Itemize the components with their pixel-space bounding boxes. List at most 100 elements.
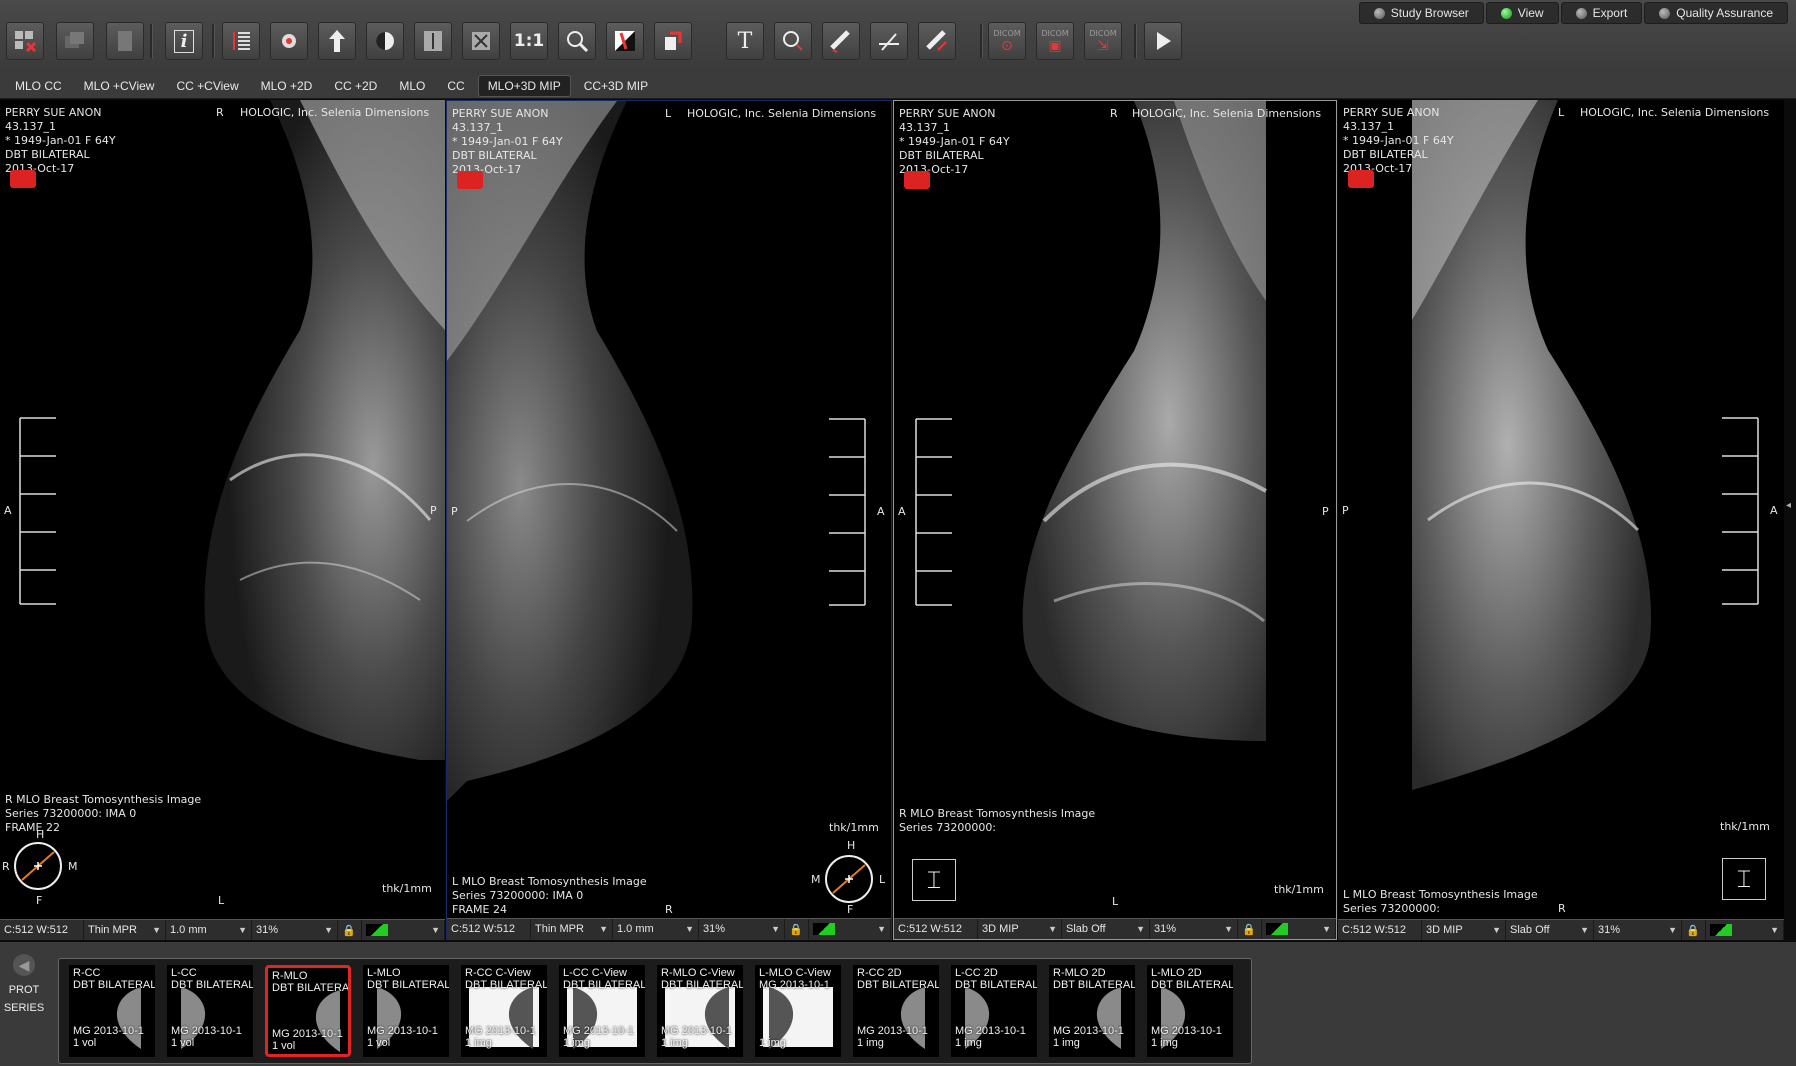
laterality-marker: L [1558, 106, 1565, 119]
viewport-l-mlo-tomo[interactable]: PERRY SUE ANON 43.137_1 * 1949-Jan-01 F 64… [446, 100, 892, 940]
series-thumbnail[interactable]: R-MLO DBT BILATERAL MG 2013-10-1 1 vol [265, 965, 351, 1057]
lock-icon[interactable]: 🔒 [1682, 920, 1706, 940]
viewport-l-mlo-3d-mip[interactable]: PERRY SUE ANON 43.137_1 * 1949-Jan-01 F 64… [1338, 100, 1784, 940]
window-level-readout[interactable]: C:512 W:512 [0, 920, 84, 940]
slab-thickness-select[interactable]: Slab Off ▼ [1506, 920, 1594, 940]
thumbnail-date: MG 2013-10-1 [367, 1025, 438, 1037]
viewport-statusbar: C:512 W:512 3D MIP ▼ Slab Off ▼ 31% ▼ 🔒 ▼ [894, 918, 1336, 939]
lut-select[interactable]: ▼ [1706, 920, 1784, 940]
zoom-select[interactable]: 31% ▼ [1150, 919, 1238, 939]
series-thumbnail[interactable]: L-CC DBT BILATERAL MG 2013-10-1 1 vol [167, 965, 253, 1057]
viewport-r-mlo-tomo[interactable]: PERRY SUE ANON 43.137_1 * 1949-Jan-01 F 64… [0, 100, 445, 940]
thumbnail-date: MG 2013-10-1 [171, 1025, 242, 1037]
thumbnail-count: 1 img [955, 1037, 982, 1049]
scroll-slices-icon[interactable] [222, 22, 260, 60]
magnify-icon[interactable] [558, 22, 596, 60]
series-tab[interactable]: SERIES [0, 1002, 48, 1014]
lut-select[interactable]: ▼ [362, 920, 445, 940]
series-thumbnail[interactable]: L-MLO DBT BILATERAL MG 2013-10-1 1 vol [363, 965, 449, 1057]
series-thumbnail[interactable]: L-CC C-View DBT BILATERAL MG 2013-10-1 1 im… [559, 965, 645, 1057]
rotate-icon[interactable] [654, 22, 692, 60]
orientation-bottom: R [1558, 902, 1566, 915]
key-image-icon[interactable] [904, 171, 930, 189]
viewport-r-mlo-3d-mip[interactable]: PERRY SUE ANON 43.137_1 * 1949-Jan-01 F 64… [893, 100, 1337, 940]
render-mode-select[interactable]: 3D MIP ▼ [978, 919, 1062, 939]
window-level-readout[interactable]: C:512 W:512 [894, 919, 978, 939]
orientation-right: P [1322, 505, 1329, 518]
slab-thickness-select[interactable]: Slab Off ▼ [1062, 919, 1150, 939]
slab-thickness-select[interactable]: 1.0 mm ▼ [613, 919, 699, 939]
fit-screen-icon[interactable] [462, 22, 500, 60]
fit-height-icon[interactable] [414, 22, 452, 60]
nav-view[interactable]: View [1485, 2, 1559, 24]
dicom-snapshot-icon[interactable]: DICOM ▣ [1036, 22, 1074, 60]
render-mode-select[interactable]: Thin MPR ▼ [84, 920, 166, 940]
angle-icon[interactable] [870, 22, 908, 60]
nav-study-browser[interactable]: Study Browser [1358, 2, 1484, 24]
play-cine-icon[interactable] [1144, 22, 1182, 60]
orientation-right: A [1770, 504, 1778, 517]
series-thumbnail[interactable]: R-CC C-View DBT BILATERAL MG 2013-10-1 1 im… [461, 965, 547, 1057]
key-image-icon[interactable] [457, 171, 483, 189]
thumbnail-date: MG 2013-10-1 [661, 1025, 732, 1037]
hp-mlo-2d[interactable]: MLO +2D [252, 76, 322, 96]
actual-size-icon[interactable]: 1:1 [510, 22, 548, 60]
thumbnail-date: MG 2013-10-1 [955, 1025, 1026, 1037]
hp-mlo-3d-mip[interactable]: MLO+3D MIP [477, 75, 571, 97]
side-panel-toggle-icon[interactable]: ◂ [1786, 500, 1796, 536]
top-navigation: Study Browser View Export Quality Assura… [1358, 2, 1788, 24]
hp-mlo-cview[interactable]: MLO +CView [75, 76, 164, 96]
slab-thickness-icon[interactable]: ⌶ [912, 859, 956, 901]
window-level-icon[interactable] [366, 22, 404, 60]
series-thumbnail[interactable]: R-MLO C-View DBT BILATERAL MG 2013-10-1 1 i… [657, 965, 743, 1057]
series-thumbnail[interactable]: L-MLO 2D DBT BILATERAL MG 2013-10-1 1 img [1147, 965, 1233, 1057]
measure-tools-icon[interactable] [918, 22, 956, 60]
series-thumbnail[interactable]: R-CC DBT BILATERAL MG 2013-10-1 1 vol [69, 965, 155, 1057]
lock-icon[interactable]: 🔒 [338, 920, 362, 940]
zoom-select[interactable]: 31% ▼ [699, 919, 785, 939]
hp-mlo-cc[interactable]: MLO CC [6, 76, 71, 96]
hp-cc[interactable]: CC [438, 76, 473, 96]
zoom-select[interactable]: 31% ▼ [1594, 920, 1682, 940]
series-thumbnail[interactable]: L-MLO C-View MG 2013-10-1 1 img [755, 965, 841, 1057]
lut-select[interactable]: ▼ [1262, 919, 1336, 939]
render-mode-select[interactable]: Thin MPR ▼ [531, 919, 613, 939]
move-arrow-icon[interactable] [318, 22, 356, 60]
pan-hand-icon[interactable] [270, 22, 308, 60]
invert-icon[interactable] [606, 22, 644, 60]
ellipse-roi-icon[interactable] [774, 22, 812, 60]
close-all-icon[interactable] [6, 22, 44, 60]
nav-quality-assurance[interactable]: Quality Assurance [1644, 2, 1788, 24]
series-thumbnail[interactable]: R-CC 2D DBT BILATERAL MG 2013-10-1 1 img [853, 965, 939, 1057]
vendor-label: HOLOGIC, Inc. Selenia Dimensions [687, 107, 877, 120]
hp-cc-cview[interactable]: CC +CView [167, 76, 247, 96]
stack-icon[interactable] [56, 22, 94, 60]
text-annotation-icon[interactable]: T [726, 22, 764, 60]
dicom-link-icon[interactable]: DICOM ⊙ [988, 22, 1026, 60]
key-image-icon[interactable] [10, 170, 36, 188]
hp-cc-2d[interactable]: CC +2D [325, 76, 386, 96]
thumbnail-count: 1 img [465, 1037, 492, 1049]
series-thumbnail[interactable]: L-CC 2D DBT BILATERAL MG 2013-10-1 1 img [951, 965, 1037, 1057]
render-mode-select[interactable]: 3D MIP ▼ [1422, 920, 1506, 940]
lock-icon[interactable]: 🔒 [1238, 919, 1262, 939]
document-icon[interactable] [106, 22, 144, 60]
lut-select[interactable]: ▼ [809, 919, 891, 939]
prot-tab[interactable]: PROT [0, 984, 48, 996]
hp-mlo[interactable]: MLO [390, 76, 434, 96]
lock-icon[interactable]: 🔒 [785, 919, 809, 939]
nav-export[interactable]: Export [1560, 2, 1643, 24]
key-image-icon[interactable] [1348, 170, 1374, 188]
back-arrow-icon[interactable]: ◀ [13, 954, 35, 976]
window-level-readout[interactable]: C:512 W:512 [1338, 920, 1422, 940]
hp-cc-3d-mip[interactable]: CC+3D MIP [575, 76, 657, 96]
ruler-icon[interactable] [822, 22, 860, 60]
slab-thickness-select[interactable]: 1.0 mm ▼ [166, 920, 252, 940]
zoom-select[interactable]: 31% ▼ [252, 920, 338, 940]
series-panel-tabs: ◀ PROT SERIES [0, 954, 48, 1054]
info-icon[interactable]: i [165, 22, 203, 60]
slab-thickness-icon[interactable]: ⌶ [1722, 858, 1766, 900]
window-level-readout[interactable]: C:512 W:512 [447, 919, 531, 939]
series-thumbnail[interactable]: R-MLO 2D DBT BILATERAL MG 2013-10-1 1 img [1049, 965, 1135, 1057]
dicom-export-icon[interactable]: DICOM ⇲ [1084, 22, 1122, 60]
